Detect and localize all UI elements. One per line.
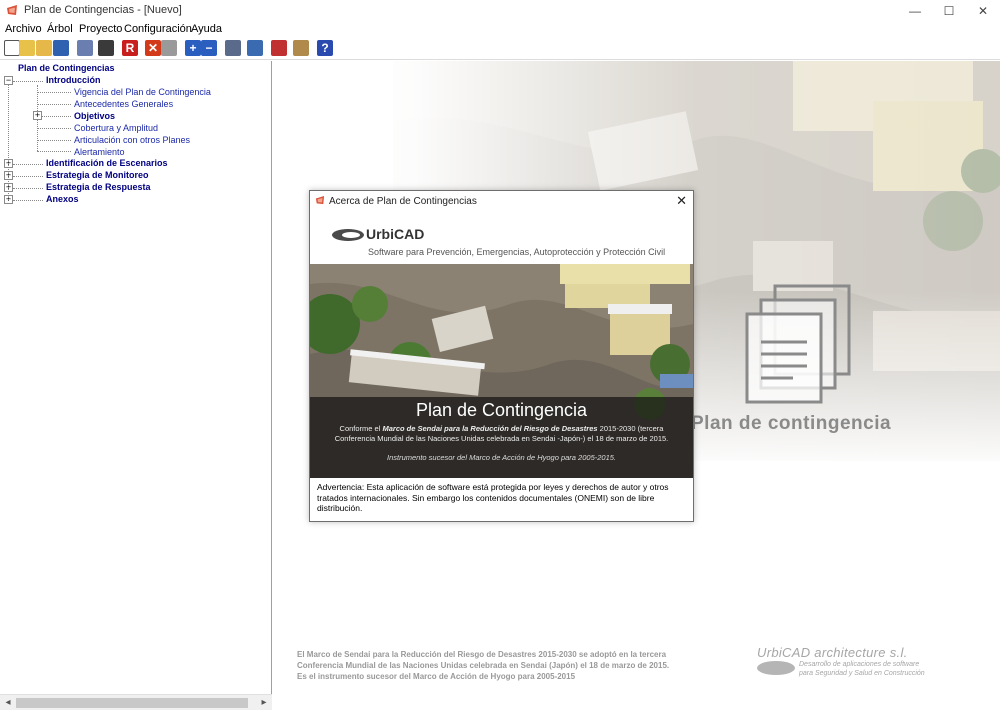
delete-icon[interactable]: ✕ <box>145 40 161 56</box>
export-icon[interactable] <box>293 40 309 56</box>
title-bar: Plan de Contingencias - [Nuevo] — ☐ ✕ <box>0 0 1000 22</box>
urbicad-logo-name: UrbiCAD <box>366 226 425 242</box>
scroll-left-icon[interactable]: ◂ <box>0 695 16 711</box>
pencil-icon[interactable] <box>247 40 263 56</box>
wand-icon[interactable] <box>19 40 35 56</box>
scroll-thumb[interactable] <box>16 698 248 708</box>
trash-icon[interactable] <box>161 40 177 56</box>
tree-panel: Plan de Contingencias − Introducción Vig… <box>0 61 272 710</box>
print-preview-icon[interactable] <box>77 40 93 56</box>
about-dialog: Acerca de Plan de Contingencias ✕ UrbiCA… <box>309 190 694 522</box>
save-icon[interactable] <box>53 40 69 56</box>
expand-objetivos-icon[interactable]: + <box>33 111 42 120</box>
app-icon <box>7 5 17 15</box>
remove-icon[interactable]: − <box>201 40 217 56</box>
tree-item-alertamiento[interactable]: Alertamiento <box>74 147 125 157</box>
minimize-button[interactable]: — <box>898 0 932 22</box>
tree-item-introduccion[interactable]: Introducción <box>46 75 101 85</box>
tree-item-anexos[interactable]: Anexos <box>46 194 79 204</box>
tree-item-antecedentes[interactable]: Antecedentes Generales <box>74 99 173 109</box>
r-icon[interactable]: R <box>122 40 138 56</box>
footer-logo-name: UrbiCAD architecture s.l. <box>757 645 908 660</box>
tree-item-respuesta[interactable]: Estrategia de Respuesta <box>46 182 151 192</box>
menu-arbol[interactable]: Árbol <box>47 23 73 35</box>
photo-description: Conforme el Marco de Sendai para la Redu… <box>334 424 669 443</box>
toolbar: R ✕ + −? <box>0 38 1000 60</box>
tree-item-identificacion[interactable]: Identificación de Escenarios <box>46 158 168 168</box>
menu-bar: Archivo Árbol Proyecto Configuración Ayu… <box>0 22 1000 38</box>
menu-proyecto[interactable]: Proyecto <box>79 23 122 35</box>
new-icon[interactable] <box>4 40 20 56</box>
copyright-warning: Advertencia: Esta aplicación de software… <box>317 482 669 513</box>
scroll-right-icon[interactable]: ▸ <box>256 695 272 711</box>
photo-note: Instrumento sucesor del Marco de Acción … <box>386 453 617 462</box>
dialog-photo: Plan de Contingencia Conforme el Marco d… <box>310 264 693 478</box>
tree-horizontal-scrollbar[interactable]: ◂ ▸ <box>0 694 272 710</box>
edit-doc-icon[interactable] <box>225 40 241 56</box>
tree-item-objetivos[interactable]: Objetivos <box>74 111 115 121</box>
menu-ayuda[interactable]: Ayuda <box>191 23 222 35</box>
urbicad-logo: UrbiCAD <box>332 226 472 246</box>
open-folder-icon[interactable] <box>36 40 52 56</box>
document-stack-icon <box>745 284 851 404</box>
add-icon[interactable]: + <box>185 40 201 56</box>
tree-root[interactable]: Plan de Contingencias <box>18 63 115 73</box>
menu-configuracion[interactable]: Configuración <box>124 23 192 35</box>
footer-logo-mark <box>757 661 795 675</box>
urbicad-footer-logo: UrbiCAD architecture s.l. Desarrollo de … <box>757 645 937 685</box>
dialog-subtitle: Software para Prevención, Emergencias, A… <box>368 247 666 257</box>
maximize-button[interactable]: ☐ <box>932 0 966 22</box>
binoculars-icon[interactable] <box>98 40 114 56</box>
window-title: Plan de Contingencias - [Nuevo] <box>24 4 182 16</box>
background-footer-text: El Marco de Sendai para la Reducción del… <box>297 650 670 681</box>
photo-title: Plan de Contingencia <box>415 400 588 420</box>
background-brand-text: Plan de contingencia <box>691 413 892 434</box>
dialog-title-bar[interactable]: Acerca de Plan de Contingencias ✕ <box>310 191 693 211</box>
tree-item-cobertura[interactable]: Cobertura y Amplitud <box>74 123 158 133</box>
tree-item-monitoreo[interactable]: Estrategia de Monitoreo <box>46 170 149 180</box>
pdf-icon[interactable] <box>271 40 287 56</box>
footer-logo-tagline: Desarrollo de aplicaciones de software p… <box>799 661 925 677</box>
collapse-introduccion-icon[interactable]: − <box>4 76 13 85</box>
menu-archivo[interactable]: Archivo <box>5 23 42 35</box>
dialog-app-icon <box>315 196 325 205</box>
dialog-close-button[interactable]: ✕ <box>676 193 687 209</box>
tree-item-articulacion[interactable]: Articulación con otros Planes <box>74 135 190 145</box>
dialog-title: Acerca de Plan de Contingencias <box>329 196 477 207</box>
tree-item-vigencia[interactable]: Vigencia del Plan de Contingencia <box>74 87 211 97</box>
help-icon[interactable]: ? <box>317 40 333 56</box>
close-button[interactable]: ✕ <box>966 0 1000 22</box>
